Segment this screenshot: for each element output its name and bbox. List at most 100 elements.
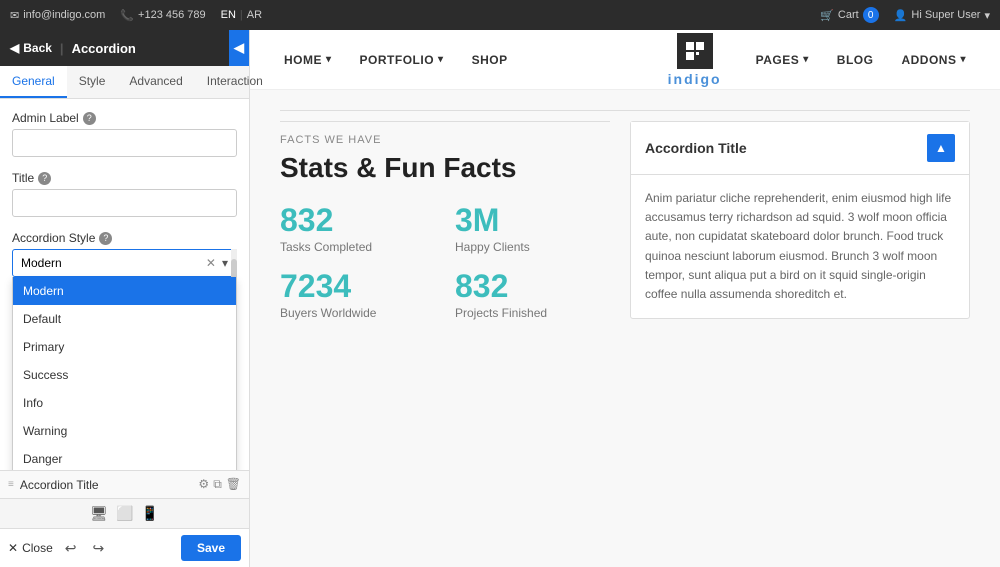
email-text: info@indigo.com	[23, 9, 105, 21]
cart-label: Cart	[838, 9, 859, 21]
logo-text: indigo	[668, 71, 722, 87]
device-toolbar: 🖥 ⬜ 📱	[0, 498, 249, 528]
delete-icon[interactable]: 🗑	[226, 477, 241, 492]
stat-projects-label: Projects Finished	[455, 306, 610, 320]
stats-grid: 832 Tasks Completed 3M Happy Clients 723…	[280, 204, 610, 320]
stats-section: FACTS WE HAVE Stats & Fun Facts 832 Task…	[280, 121, 610, 320]
nav-portfolio-label: PORTFOLIO	[360, 53, 435, 67]
title-help[interactable]: ?	[38, 172, 51, 185]
style-option-modern[interactable]: Modern	[13, 277, 236, 305]
accordion-card-title: Accordion Title	[645, 140, 747, 156]
user-item[interactable]: 👤 Hi Super User ▾	[894, 9, 990, 22]
panel-title: Accordion	[72, 41, 136, 56]
stat-projects-number: 832	[455, 270, 610, 302]
style-option-danger[interactable]: Danger	[13, 445, 236, 470]
accordion-style-help[interactable]: ?	[99, 232, 112, 245]
device-icons: 🖥 ⬜ 📱	[10, 505, 239, 522]
duplicate-icon[interactable]: ⧉	[213, 477, 222, 492]
desktop-icon[interactable]: 🖥	[90, 505, 108, 522]
main-layout: ◀ Back | Accordion ◀ General Style Advan…	[0, 30, 1000, 567]
style-option-primary[interactable]: Primary	[13, 333, 236, 361]
accordion-toggle-button[interactable]: ▲	[927, 134, 955, 162]
nav-pages-label: PAGES	[756, 53, 800, 67]
tab-interaction[interactable]: Interaction	[195, 66, 275, 98]
title-group: Title ?	[12, 171, 237, 217]
accordion-card: Accordion Title ▲ Anim pariatur cliche r…	[630, 121, 970, 319]
right-content: HOME ▾ PORTFOLIO ▾ SHOP	[250, 30, 1000, 567]
style-option-success[interactable]: Success	[13, 361, 236, 389]
tab-general[interactable]: General	[0, 66, 67, 98]
facts-label: FACTS WE HAVE	[280, 121, 610, 146]
site-header: HOME ▾ PORTFOLIO ▾ SHOP	[250, 30, 1000, 90]
title-label-text: Title	[12, 171, 34, 185]
drag-icon: ≡	[8, 479, 14, 490]
stat-clients-number: 3M	[455, 204, 610, 236]
title-input[interactable]	[12, 189, 237, 217]
stat-tasks-label: Tasks Completed	[280, 240, 435, 254]
admin-label-input[interactable]	[12, 129, 237, 157]
user-dropdown-arrow: ▾	[984, 9, 990, 22]
stat-clients: 3M Happy Clients	[455, 204, 610, 254]
select-arrow-icon: ▾	[222, 256, 228, 270]
item-actions: ⚙ ⧉ 🗑	[198, 477, 241, 492]
style-option-warning[interactable]: Warning	[13, 417, 236, 445]
logo-icon	[677, 33, 713, 69]
tab-style[interactable]: Style	[67, 66, 118, 98]
style-option-info[interactable]: Info	[13, 389, 236, 417]
style-option-default[interactable]: Default	[13, 305, 236, 333]
admin-label-help[interactable]: ?	[83, 112, 96, 125]
stat-tasks-number: 832	[280, 204, 435, 236]
style-dropdown-trigger[interactable]: Modern ✕ ▾	[12, 249, 237, 277]
collapse-icon: ◀	[234, 40, 244, 56]
left-panel: ◀ Back | Accordion ◀ General Style Advan…	[0, 30, 250, 567]
settings-icon[interactable]: ⚙	[198, 477, 209, 492]
nav-home-arrow: ▾	[326, 54, 332, 65]
content-row: FACTS WE HAVE Stats & Fun Facts 832 Task…	[280, 121, 970, 320]
bottom-actions: ✕ Close ↩ ↪ Save	[0, 528, 249, 567]
undo-button[interactable]: ↩	[61, 538, 81, 559]
accordion-item-label: Accordion Title	[20, 478, 193, 492]
site-nav-left: HOME ▾ PORTFOLIO ▾ SHOP	[270, 30, 648, 90]
panel-tabs: General Style Advanced Interaction	[0, 66, 249, 99]
panel-content: Admin Label ? Title ? Accordion Style ?	[0, 99, 249, 470]
tab-advanced[interactable]: Advanced	[117, 66, 194, 98]
cart-icon: 🛒	[820, 9, 834, 22]
back-arrow-icon: ◀	[10, 41, 19, 55]
topbar-left: ✉ info@indigo.com 📞 +123 456 789 EN | AR	[10, 9, 262, 22]
nav-portfolio-arrow: ▾	[438, 54, 444, 65]
lang-ar[interactable]: AR	[247, 9, 262, 21]
admin-label-group: Admin Label ?	[12, 111, 237, 157]
tablet-icon[interactable]: ⬜	[116, 505, 133, 522]
save-button[interactable]: Save	[181, 535, 241, 561]
email-item: ✉ info@indigo.com	[10, 9, 105, 22]
collapse-panel-button[interactable]: ◀	[229, 30, 249, 66]
redo-button[interactable]: ↪	[88, 538, 108, 559]
lang-en[interactable]: EN	[221, 9, 236, 21]
dropdown-scrollbar	[231, 249, 237, 277]
back-button[interactable]: ◀ Back	[10, 41, 52, 55]
mobile-icon[interactable]: 📱	[141, 505, 158, 522]
nav-shop[interactable]: SHOP	[458, 30, 522, 90]
select-clear-icon[interactable]: ✕	[206, 256, 216, 270]
stat-buyers: 7234 Buyers Worldwide	[280, 270, 435, 320]
admin-label-text: Admin Label	[12, 111, 79, 125]
nav-addons-label: ADDONS	[901, 53, 956, 67]
nav-blog[interactable]: BLOG	[823, 30, 888, 90]
accordion-style-select: Modern ✕ ▾ Modern Default Primary Succes…	[12, 249, 237, 277]
panel-header: ◀ Back | Accordion ◀	[0, 30, 249, 66]
stat-projects: 832 Projects Finished	[455, 270, 610, 320]
close-button[interactable]: ✕ Close	[8, 541, 53, 555]
accordion-style-label: Accordion Style ?	[12, 231, 237, 245]
nav-pages[interactable]: PAGES ▾	[742, 30, 823, 90]
nav-portfolio[interactable]: PORTFOLIO ▾	[346, 30, 458, 90]
page-content: FACTS WE HAVE Stats & Fun Facts 832 Task…	[250, 90, 1000, 567]
close-x-icon: ✕	[8, 541, 18, 555]
accordion-style-text: Accordion Style	[12, 231, 95, 245]
nav-home[interactable]: HOME ▾	[270, 30, 346, 90]
accordion-section: Accordion Title ▲ Anim pariatur cliche r…	[630, 121, 970, 320]
cart-item[interactable]: 🛒 Cart 0	[820, 7, 878, 23]
accordion-item-bar: ≡ Accordion Title ⚙ ⧉ 🗑	[0, 470, 249, 498]
nav-addons[interactable]: ADDONS ▾	[887, 30, 980, 90]
language-switcher[interactable]: EN | AR	[221, 9, 262, 21]
nav-shop-label: SHOP	[472, 53, 508, 67]
